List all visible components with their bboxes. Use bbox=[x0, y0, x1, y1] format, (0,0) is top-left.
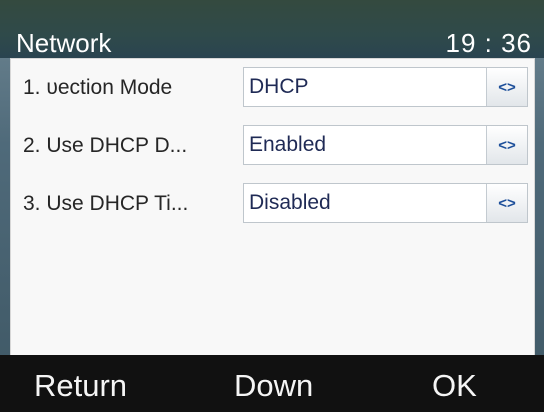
item-value: DHCP bbox=[249, 75, 309, 98]
left-right-arrows-icon[interactable]: <> bbox=[486, 68, 527, 106]
title-bar: Network 19 : 36 bbox=[0, 0, 544, 58]
ok-softkey[interactable]: OK bbox=[432, 368, 477, 404]
list-item-connection-mode[interactable]: 1. ᴜection Mode DHCP <> bbox=[11, 59, 534, 117]
item-value: Disabled bbox=[249, 191, 331, 214]
item-label: 1. ᴜection Mode bbox=[23, 76, 173, 99]
connection-mode-select[interactable]: DHCP <> bbox=[243, 67, 528, 107]
list-item-use-dhcp-time[interactable]: 3. Use DHCP Ti... Disabled <> bbox=[11, 175, 534, 233]
down-softkey[interactable]: Down bbox=[234, 368, 313, 404]
clock: 19 : 36 bbox=[445, 28, 532, 58]
left-right-arrows-icon[interactable]: <> bbox=[486, 184, 527, 222]
settings-list: 1. ᴜection Mode DHCP <> 2. Use DHCP D...… bbox=[10, 58, 535, 356]
list-item-use-dhcp-dns[interactable]: 2. Use DHCP D... Enabled <> bbox=[11, 117, 534, 175]
use-dhcp-time-select[interactable]: Disabled <> bbox=[243, 183, 528, 223]
use-dhcp-dns-select[interactable]: Enabled <> bbox=[243, 125, 528, 165]
item-value: Enabled bbox=[249, 133, 327, 156]
item-label: 3. Use DHCP Ti... bbox=[23, 192, 189, 215]
return-softkey[interactable]: Return bbox=[34, 368, 127, 404]
left-right-arrows-icon[interactable]: <> bbox=[486, 126, 527, 164]
softkey-bar: Return Down OK bbox=[0, 355, 544, 412]
screen-title: Network bbox=[16, 28, 112, 58]
item-label: 2. Use DHCP D... bbox=[23, 134, 188, 157]
